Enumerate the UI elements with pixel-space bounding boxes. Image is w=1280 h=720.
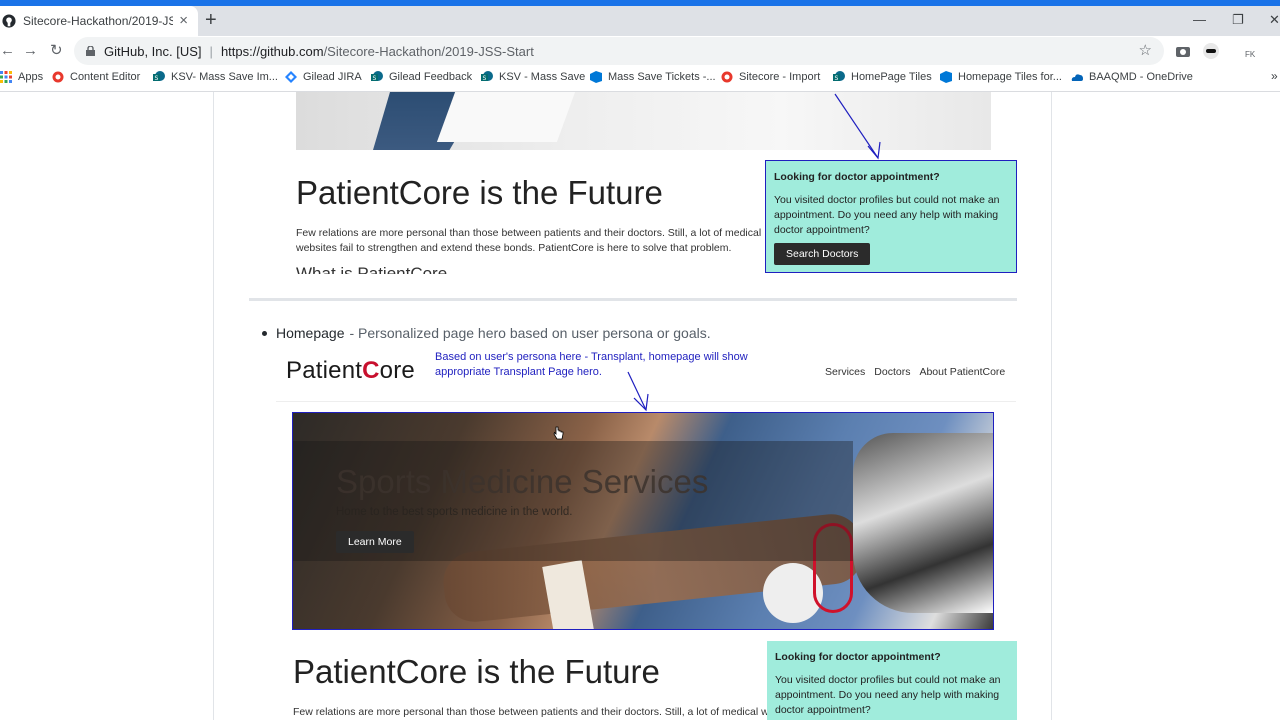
persona-annotation: Based on user's persona here - Transplan… (435, 351, 748, 378)
hand-cursor-icon (553, 426, 564, 440)
search-doctors-button[interactable]: Search Doctors (774, 243, 871, 265)
tfs-icon (590, 71, 602, 83)
tab-title: Sitecore-Hackathon/2019-JSS-St (23, 14, 173, 28)
tfs-icon (940, 71, 952, 83)
bookmark-label: Apps (18, 71, 44, 83)
window-close-icon[interactable]: ✕ (1269, 12, 1280, 28)
hero-title: Sports Medicine Services (336, 463, 709, 500)
nav-about[interactable]: About PatientCore (919, 366, 1005, 378)
logo-text-left: Patient (286, 357, 363, 384)
paper-shape (436, 92, 576, 142)
bookmark-content-editor[interactable]: Content Editor (52, 71, 140, 83)
popup-body: You visited doctor profiles but could no… (774, 194, 1000, 236)
minimize-icon[interactable]: — (1193, 12, 1206, 27)
bookmark-label: HomePage Tiles (851, 71, 932, 83)
svg-text:S: S (483, 75, 487, 82)
sharepoint-icon: S (481, 71, 493, 82)
bookmark-baaqmd-onedrive[interactable]: BAAQMD - OneDrive (1071, 71, 1193, 83)
page-viewport: PatientCore is the Future Few relations … (0, 92, 1280, 720)
bookmark-label: Gilead Feedback (389, 71, 473, 83)
svg-text:S: S (835, 75, 839, 82)
bookmark-homepage-tiles-for[interactable]: Homepage Tiles for... (940, 71, 1062, 83)
nav-doctors[interactable]: Doctors (874, 366, 910, 378)
site-nav: Services Doctors About PatientCore (825, 366, 1005, 378)
url-path: /Sitecore-Hackathon/2019-JSS-Start (323, 43, 534, 59)
bookmark-label: Gilead JIRA (303, 71, 362, 83)
svg-text:S: S (373, 75, 377, 82)
bookmarks-bar: Apps Content Editor S KSV- Mass Save Im.… (0, 66, 1280, 92)
bookmark-star-icon[interactable]: ☆ (1139, 42, 1152, 60)
appointment-popup-2: Looking for doctor appointment? You visi… (767, 641, 1017, 720)
jira-icon (285, 71, 297, 83)
bookmark-label: KSV- Mass Save Im... (171, 71, 278, 83)
lock-icon (86, 46, 95, 56)
learn-more-button[interactable]: Learn More (336, 531, 414, 553)
bullet-description: - Personalized page hero based on user p… (349, 325, 711, 341)
patientcore-logo[interactable]: Patient Core (286, 357, 415, 385)
bookmark-label: Mass Save Tickets -... (608, 71, 716, 83)
new-tab-icon[interactable]: + (205, 10, 217, 30)
bookmark-gilead-jira[interactable]: Gilead JIRA (285, 71, 362, 83)
url-host: https://github.com (220, 43, 324, 59)
bookmark-sitecore-import[interactable]: Sitecore - Import (721, 71, 820, 83)
popup-body-2: You visited doctor profiles but could no… (775, 674, 1001, 716)
logo-c-mark: C (362, 357, 380, 384)
address-bar[interactable]: GitHub, Inc. [US] | https://github.com/S… (74, 37, 1164, 65)
camera-icon[interactable] (1176, 45, 1190, 57)
section-title-2: PatientCore is the Future (293, 653, 660, 690)
tab-bar: Sitecore-Hackathon/2019-JSS-St × + — ❐ ✕ (0, 6, 1280, 36)
readme-bullet: Homepage - Personalized page hero based … (262, 325, 711, 341)
hero-image-top (296, 92, 991, 150)
toolbar: ← → ↻ GitHub, Inc. [US] | https://github… (0, 36, 1280, 66)
appointment-popup: Looking for doctor appointment? You visi… (765, 160, 1017, 273)
svg-text:S: S (155, 75, 159, 82)
bookmark-homepage-tiles[interactable]: S HomePage Tiles (833, 71, 932, 83)
apps-grid-icon (0, 71, 12, 83)
popup-heading: Looking for doctor appointment? (774, 171, 940, 183)
bookmark-ksv-mass-save-im[interactable]: S KSV- Mass Save Im... (153, 71, 278, 83)
hero-shoe (853, 433, 993, 613)
bullet-dot (262, 330, 267, 336)
github-icon (2, 14, 16, 28)
bookmark-label: Sitecore - Import (739, 71, 821, 83)
menu-icon[interactable]: ⋮ (1274, 42, 1280, 60)
nav-divider (276, 401, 1016, 402)
bookmark-gilead-feedback[interactable]: S Gilead Feedback (371, 71, 472, 83)
section-paragraph: Few relations are more personal than tho… (296, 227, 762, 254)
bookmark-label: BAAQMD - OneDrive (1089, 71, 1193, 83)
section-paragraph-2: Few relations are more personal than tho… (293, 706, 767, 718)
back-icon[interactable]: ← (0, 42, 15, 60)
nav-services[interactable]: Services (825, 366, 865, 378)
hero-subtitle: Home to the best sports medicine in the … (336, 506, 573, 518)
onedrive-icon (1071, 74, 1083, 81)
section-title: PatientCore is the Future (296, 174, 663, 211)
tab-close-icon[interactable]: × (179, 12, 188, 30)
separator: | (209, 43, 213, 59)
bookmarks-overflow-icon[interactable]: » (1271, 69, 1278, 83)
sharepoint-icon: S (371, 71, 383, 82)
site-identity: GitHub, Inc. [US] (104, 43, 202, 59)
logo-text-right: ore (379, 357, 415, 384)
bookmark-label: Content Editor (70, 71, 141, 83)
reload-icon[interactable]: ↻ (50, 42, 63, 60)
extension-fk-icon[interactable]: FK (1245, 46, 1255, 64)
forward-icon[interactable]: → (23, 42, 38, 60)
sharepoint-icon: S (833, 71, 845, 82)
bullet-title: Homepage (276, 325, 345, 341)
sharepoint-icon: S (153, 71, 165, 82)
restore-icon[interactable]: ❐ (1232, 12, 1244, 28)
bookmark-mass-save-tickets[interactable]: Mass Save Tickets -... (590, 71, 716, 83)
page-hero: Sports Medicine Services Home to the bes… (292, 412, 994, 630)
bookmark-label: KSV - Mass Save (499, 71, 586, 83)
sitecore-icon (721, 71, 733, 83)
partial-heading: What is PatientCore (296, 264, 448, 274)
profile-avatar-icon[interactable] (1203, 43, 1219, 59)
divider (249, 298, 1017, 301)
sitecore-icon (52, 71, 64, 83)
bookmark-label: Homepage Tiles for... (958, 71, 1062, 83)
bookmark-ksv-mass-save[interactable]: S KSV - Mass Save (481, 71, 585, 83)
popup-heading-2: Looking for doctor appointment? (775, 651, 941, 663)
browser-tab[interactable]: Sitecore-Hackathon/2019-JSS-St × (0, 6, 198, 36)
bookmark-apps[interactable]: Apps (0, 71, 43, 83)
